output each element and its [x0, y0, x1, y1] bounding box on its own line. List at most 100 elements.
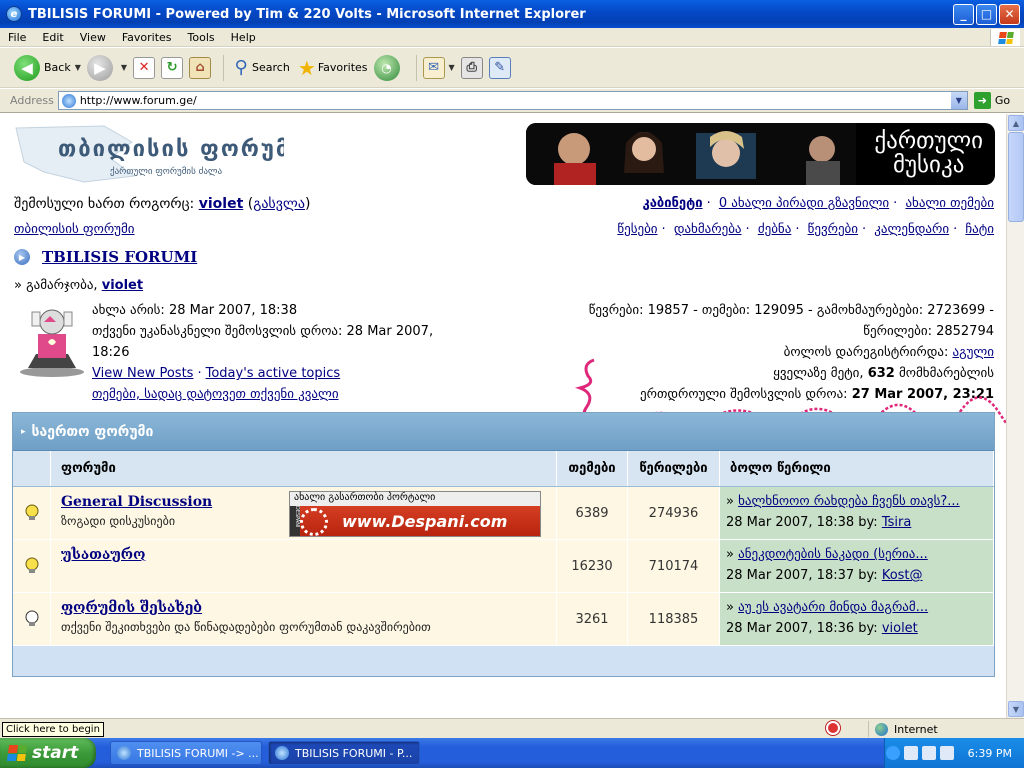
menu-file[interactable]: File — [0, 31, 34, 44]
collapse-arrow-icon[interactable]: ▸ — [21, 427, 26, 437]
taskbar: start TBILISIS FORUMI -> ... TBILISIS FO… — [0, 738, 1024, 768]
go-button[interactable]: ➜ Go — [973, 92, 1011, 109]
page-icon — [61, 93, 76, 108]
mail-dropdown-icon[interactable]: ▼ — [449, 63, 455, 72]
go-label: Go — [994, 94, 1011, 107]
forum-status-cell — [13, 540, 51, 592]
my-topics-link[interactable]: თემები, სადაც დატოვეთ თქვენი კვალი — [92, 387, 339, 402]
start-button[interactable]: start — [0, 738, 96, 768]
scroll-thumb[interactable] — [1008, 132, 1024, 222]
taskbar-item[interactable]: TBILISIS FORUMI -> ... — [110, 741, 262, 765]
refresh-button[interactable]: ↻ — [161, 56, 184, 79]
scroll-down-icon[interactable]: ▼ — [1008, 701, 1024, 717]
user-avatar[interactable] — [14, 302, 90, 378]
forum-logo[interactable]: თბილისის ფორუმი ქართული ფორუმის ძალა — [14, 122, 284, 186]
menu-help[interactable]: Help — [223, 31, 264, 44]
edit-button[interactable]: ✎ — [488, 56, 511, 79]
menu-favorites[interactable]: Favorites — [114, 31, 180, 44]
tray-app-icon[interactable] — [939, 746, 954, 760]
last-post-title-link[interactable]: ანეკდოტების ნაკადი (სერია... — [738, 547, 928, 562]
cabinet-link[interactable]: კაბინეტი — [642, 196, 702, 211]
forum-stats: წევრები: 19857 - თემები: 129095 - გამოხმ… — [524, 300, 994, 405]
print-button[interactable]: ⎙ — [460, 56, 483, 79]
forum-name-link[interactable]: უსათაურო — [61, 547, 145, 563]
last-post-user-link[interactable]: violet — [882, 621, 918, 636]
forum-home-link[interactable]: თბილისის ფორუმი — [14, 222, 135, 237]
category-header[interactable]: ▸ საერთო ფორუმი — [13, 413, 994, 451]
popup-blocked-icon[interactable] — [826, 721, 840, 735]
forum-name-link[interactable]: General Discussion — [61, 494, 212, 510]
back-button[interactable]: ◀ Back ▼ — [14, 54, 81, 81]
calendar-link[interactable]: კალენდარი — [874, 222, 949, 237]
chat-link[interactable]: ჩატი — [965, 222, 994, 237]
last-post-arrow-icon: » — [726, 494, 739, 509]
refresh-icon: ↻ — [161, 56, 184, 79]
top-links-row-2: წესები · დახმარება · ძებნა · წევრები · კალენ… — [617, 222, 994, 237]
search-button[interactable]: ⚲ Search — [230, 57, 289, 79]
address-input[interactable]: http://www.forum.ge/ ▼ — [57, 91, 968, 110]
address-bar: Address http://www.forum.ge/ ▼ ➜ Go — [0, 89, 1024, 113]
main-title-link[interactable]: TBILISIS FORUMI — [42, 248, 197, 266]
address-url[interactable]: http://www.forum.ge/ — [80, 94, 197, 107]
tray-back-icon[interactable] — [885, 746, 900, 760]
forum-name-link[interactable]: ფორუმის შესახებ — [61, 600, 202, 616]
new-pm-link[interactable]: 0 ახალი პირადი გზავნილი — [719, 196, 889, 211]
system-tray: 6:39 PM — [884, 738, 1024, 768]
search-link[interactable]: ძებნა — [758, 222, 792, 237]
forum-cell: General Discussion ზოგადი დისკუსიები ახა… — [51, 487, 557, 539]
close-button[interactable]: ✕ — [999, 3, 1020, 25]
task-label: TBILISIS FORUMI -> ... — [137, 746, 259, 760]
back-dropdown-icon[interactable]: ▼ — [75, 63, 81, 72]
help-link[interactable]: დახმარება — [674, 222, 742, 237]
favorites-button[interactable]: ★ Favorites — [296, 56, 368, 80]
minimize-button[interactable]: _ — [953, 3, 974, 25]
view-new-posts-link[interactable]: View New Posts — [92, 366, 193, 381]
forward-dropdown-icon[interactable]: ▼ — [121, 63, 127, 72]
despani-ad[interactable]: ახალი გასართობი პორტალი DESPANI www.Desp… — [289, 491, 541, 537]
menu-view[interactable]: View — [72, 31, 114, 44]
last-post-arrow-icon: » — [726, 547, 739, 562]
rules-link[interactable]: წესები — [617, 222, 657, 237]
logout-link[interactable]: გასვლა — [253, 196, 305, 212]
mail-icon: ✉ — [422, 56, 445, 79]
address-dropdown-icon[interactable]: ▼ — [950, 92, 967, 109]
vertical-scrollbar[interactable]: ▲ ▼ — [1006, 114, 1024, 718]
maximize-button[interactable]: □ — [976, 3, 997, 25]
home-button[interactable]: ⌂ — [189, 56, 212, 79]
mail-button[interactable]: ✉ ▼ — [422, 56, 455, 79]
favorites-label: Favorites — [317, 61, 368, 74]
window-titlebar[interactable]: e TBILISIS FORUMI - Powered by Tim & 220… — [0, 0, 1024, 28]
tray-volume-icon[interactable] — [921, 746, 936, 760]
forum-status-cell — [13, 593, 51, 645]
menu-tools[interactable]: Tools — [180, 31, 223, 44]
back-label: Back — [44, 61, 71, 74]
history-button[interactable]: ◔ — [373, 54, 404, 81]
new-topics-link[interactable]: ახალი თემები — [905, 196, 994, 211]
clock[interactable]: 6:39 PM — [968, 747, 1012, 760]
todays-active-topics-link[interactable]: Today's active topics — [206, 366, 341, 381]
username-link[interactable]: violet — [199, 196, 244, 212]
last-post-cell: » ხალხნოოო რახდება ჩვენს თავს?... 28 Mar… — [720, 487, 994, 539]
stop-button[interactable]: ✕ — [133, 56, 156, 79]
last-post-user-link[interactable]: Kost@ — [882, 568, 923, 583]
menu-edit[interactable]: Edit — [34, 31, 71, 44]
go-arrow-icon: ➜ — [973, 92, 991, 109]
members-link[interactable]: წევრები — [808, 222, 858, 237]
last-post-title-link[interactable]: ხალხნოოო რახდება ჩვენს თავს?... — [738, 494, 960, 509]
greeting-user-link[interactable]: violet — [102, 278, 143, 293]
top-links-row-1: კაბინეტი · 0 ახალი პირადი გზავნილი · ახალი… — [642, 196, 994, 211]
last-post-title-link[interactable]: აუ ეს ავატარი მინდა მაგრამ... — [738, 600, 928, 615]
tray-network-icon[interactable] — [903, 746, 918, 760]
last-registered-prefix: ბოლოს დარეგისტრირდა: — [783, 345, 949, 360]
scroll-up-icon[interactable]: ▲ — [1008, 115, 1024, 131]
taskbar-item-active[interactable]: TBILISIS FORUMI - P... — [268, 741, 420, 765]
last-post-user-link[interactable]: Tsira — [882, 515, 912, 530]
forward-button[interactable]: ▶ ▼ — [86, 54, 127, 81]
login-status: შემოსული ხართ როგორც: violet (გასვლა) — [14, 196, 310, 212]
last-registered-user-link[interactable]: აგული — [952, 345, 994, 360]
music-banner[interactable]: ქართული მუსიკა — [526, 123, 995, 185]
windows-logo-icon — [990, 29, 1020, 46]
ie-task-icon — [275, 746, 289, 760]
browser-toolbar: ◀ Back ▼ ▶ ▼ ✕ ↻ ⌂ ⚲ Search ★ Favorites … — [0, 48, 1024, 88]
banner-text-line1: ქართული — [874, 128, 983, 154]
